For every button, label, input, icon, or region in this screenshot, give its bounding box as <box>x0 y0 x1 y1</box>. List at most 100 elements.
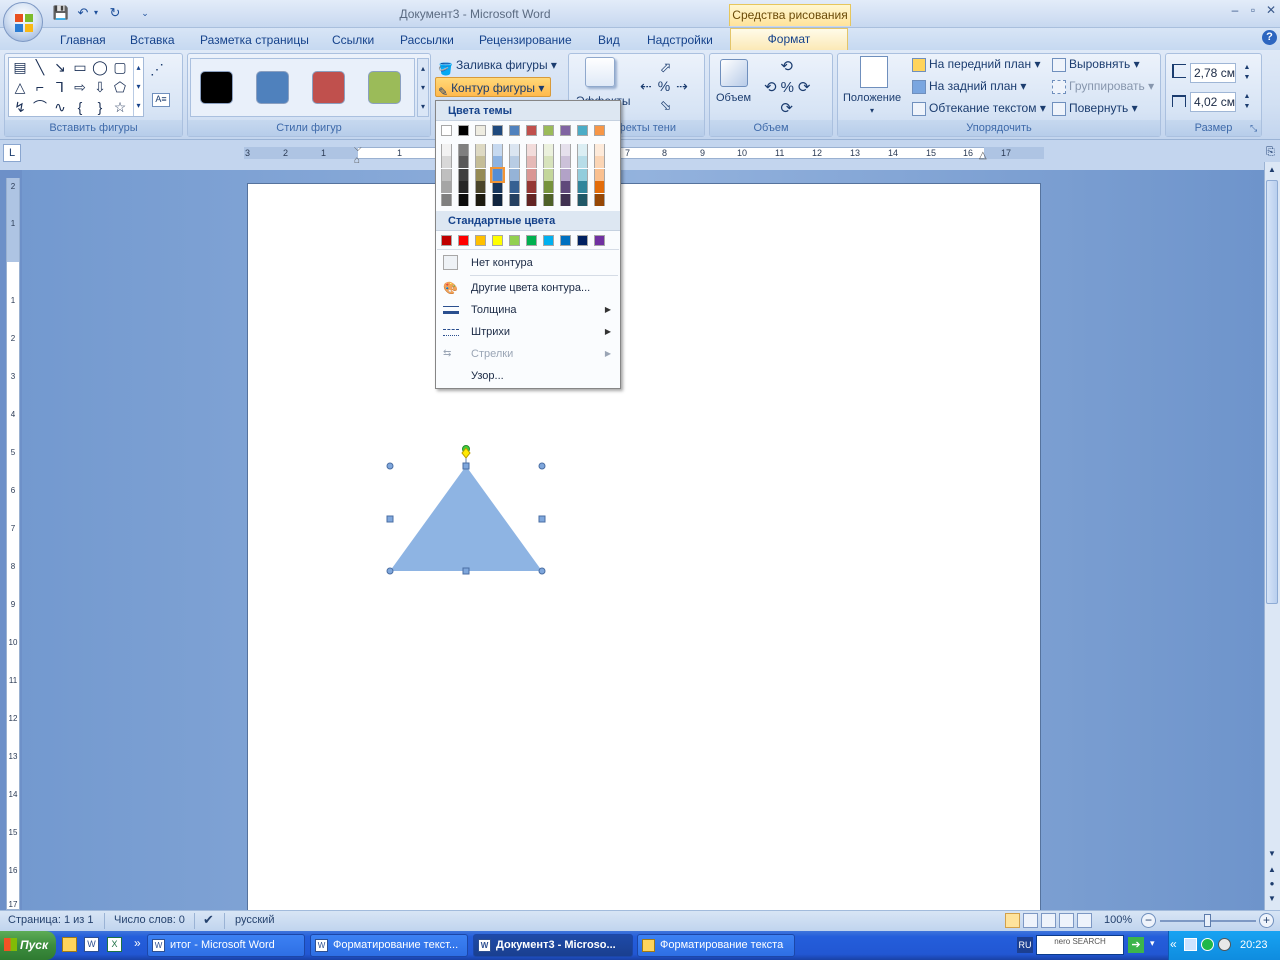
send-to-back-button[interactable]: На задний план ▾ <box>912 76 1026 96</box>
close-icon[interactable]: ✕ <box>1262 3 1280 17</box>
pattern-item[interactable]: Узор... <box>437 365 619 387</box>
undo-dropdown-icon[interactable]: ▾ <box>92 5 100 21</box>
theme-color-swatch[interactable] <box>458 193 469 206</box>
theme-color-swatch[interactable] <box>441 125 452 136</box>
line-shape-icon[interactable]: ╲ <box>31 58 49 76</box>
restore-icon[interactable]: ▫ <box>1244 3 1262 17</box>
brace-shape-icon[interactable]: { <box>71 98 89 116</box>
vertical-ruler[interactable] <box>6 178 20 910</box>
volume-3d-icon[interactable] <box>720 59 748 87</box>
group-button[interactable]: Группировать ▾ <box>1052 76 1154 96</box>
flowchart-shape-icon[interactable]: ⬠ <box>111 78 129 96</box>
theme-color-swatch[interactable] <box>475 193 486 206</box>
position-dropdown-icon[interactable]: ▾ <box>870 106 874 115</box>
freeform-shape-icon[interactable]: ∿ <box>51 98 69 116</box>
theme-color-swatch[interactable] <box>490 166 505 183</box>
theme-color-swatch[interactable] <box>526 125 537 136</box>
theme-color-swatch[interactable] <box>577 181 588 193</box>
theme-color-swatch[interactable] <box>577 156 588 168</box>
nero-search-box[interactable]: nero SEARCH <box>1036 935 1124 955</box>
resize-handle-n[interactable] <box>462 462 470 470</box>
quicklaunch-more-icon[interactable]: » <box>134 936 141 950</box>
star-shape-icon[interactable]: ☆ <box>111 98 129 116</box>
rounded-rect-shape-icon[interactable]: ▢ <box>111 58 129 76</box>
horizontal-ruler[interactable] <box>244 147 1044 159</box>
standard-color-swatch[interactable] <box>526 235 537 246</box>
document-page[interactable] <box>247 183 1041 913</box>
theme-color-swatch[interactable] <box>594 143 605 156</box>
theme-color-swatch[interactable] <box>441 181 452 193</box>
draft-view-icon[interactable] <box>1077 913 1092 928</box>
scroll-up-icon[interactable]: ▲ <box>1266 164 1278 176</box>
theme-color-swatch[interactable] <box>543 125 554 136</box>
brace-right-shape-icon[interactable]: } <box>91 98 109 116</box>
tab-mailings[interactable]: Рассылки <box>400 32 454 50</box>
save-icon[interactable]: 💾 <box>52 5 70 21</box>
theme-color-swatch[interactable] <box>560 193 571 206</box>
position-icon[interactable] <box>860 56 888 88</box>
standard-color-swatch[interactable] <box>441 235 452 246</box>
align-button[interactable]: Выровнять ▾ <box>1052 54 1140 74</box>
textbox-shape-icon[interactable]: ▤ <box>11 58 29 76</box>
tab-view[interactable]: Вид <box>598 32 620 50</box>
resize-handle-nw[interactable] <box>386 462 394 470</box>
down-arrow-shape-icon[interactable]: ⇩ <box>91 78 109 96</box>
dashes-item[interactable]: Штрихи ▶ <box>437 321 619 343</box>
theme-color-swatch[interactable] <box>594 156 605 168</box>
antivirus-icon[interactable] <box>1201 938 1214 951</box>
redo-icon[interactable]: ↻ <box>106 5 124 21</box>
zoom-level[interactable]: 100% <box>1104 914 1132 926</box>
shape-width-input[interactable] <box>1190 92 1236 112</box>
rectangle-shape-icon[interactable]: ▭ <box>71 58 89 76</box>
taskbar-item-formatting-1[interactable]: W Форматирование текст... <box>310 934 468 957</box>
tab-selector[interactable]: L <box>3 144 21 162</box>
theme-color-swatch[interactable] <box>560 156 571 168</box>
resize-handle-w[interactable] <box>386 515 394 523</box>
standard-color-swatch[interactable] <box>577 235 588 246</box>
language-indicator[interactable]: русский <box>235 914 274 926</box>
customize-qat-icon[interactable]: ⌄ <box>136 5 154 21</box>
shapes-scroll[interactable]: ▴ ▾ ▾ <box>133 58 143 116</box>
theme-color-swatch[interactable] <box>509 125 520 136</box>
connector-shape-icon[interactable]: ⌐ <box>31 78 49 96</box>
theme-color-swatch[interactable] <box>475 181 486 193</box>
resize-handle-e[interactable] <box>538 515 546 523</box>
standard-color-swatch[interactable] <box>475 235 486 246</box>
quicklaunch-word-icon[interactable]: W <box>84 937 99 952</box>
tab-format[interactable]: Формат <box>730 28 848 50</box>
standard-color-swatch[interactable] <box>560 235 571 246</box>
theme-color-swatch[interactable] <box>594 193 605 206</box>
minimize-icon[interactable]: – <box>1226 3 1244 17</box>
web-layout-view-icon[interactable] <box>1041 913 1056 928</box>
theme-color-swatch[interactable] <box>543 168 554 181</box>
triangle-fill[interactable] <box>390 466 542 571</box>
standard-color-swatch[interactable] <box>509 235 520 246</box>
shape-fill-button[interactable]: 🪣 Заливка фигуры ▾ <box>438 55 557 76</box>
tab-home[interactable]: Главная <box>60 32 106 50</box>
shadow-nudge-icons[interactable]: ⬀ ⇠%⇢ ⬂ <box>640 58 700 116</box>
standard-color-swatch[interactable] <box>543 235 554 246</box>
theme-color-swatch[interactable] <box>458 125 469 136</box>
theme-color-swatch[interactable] <box>441 156 452 168</box>
print-layout-view-icon[interactable] <box>1005 913 1020 928</box>
left-indent-marker[interactable]: ⌂ <box>354 155 360 166</box>
first-line-indent-marker[interactable]: ⌵ <box>354 143 362 154</box>
triangle-shape-icon[interactable]: △ <box>11 78 29 96</box>
resize-handle-s[interactable] <box>462 567 470 575</box>
theme-color-swatch[interactable] <box>492 181 503 193</box>
theme-color-swatch[interactable] <box>509 143 520 156</box>
prev-page-icon[interactable]: ▲ <box>1266 864 1278 876</box>
theme-color-swatch[interactable] <box>492 156 503 168</box>
triangle-shape[interactable] <box>380 440 555 585</box>
theme-color-swatch[interactable] <box>594 181 605 193</box>
zoom-out-icon[interactable]: − <box>1141 913 1156 928</box>
taskbar-item-formatting-folder[interactable]: Форматирование текста <box>637 934 795 957</box>
theme-color-swatch[interactable] <box>441 143 452 156</box>
resize-handle-sw[interactable] <box>386 567 394 575</box>
scroll-thumb[interactable] <box>1266 180 1278 604</box>
theme-color-swatch[interactable] <box>475 143 486 156</box>
theme-color-swatch[interactable] <box>509 193 520 206</box>
arrow-line-shape-icon[interactable]: ↘ <box>51 58 69 76</box>
tab-references[interactable]: Ссылки <box>332 32 374 50</box>
theme-color-swatch[interactable] <box>526 168 537 181</box>
